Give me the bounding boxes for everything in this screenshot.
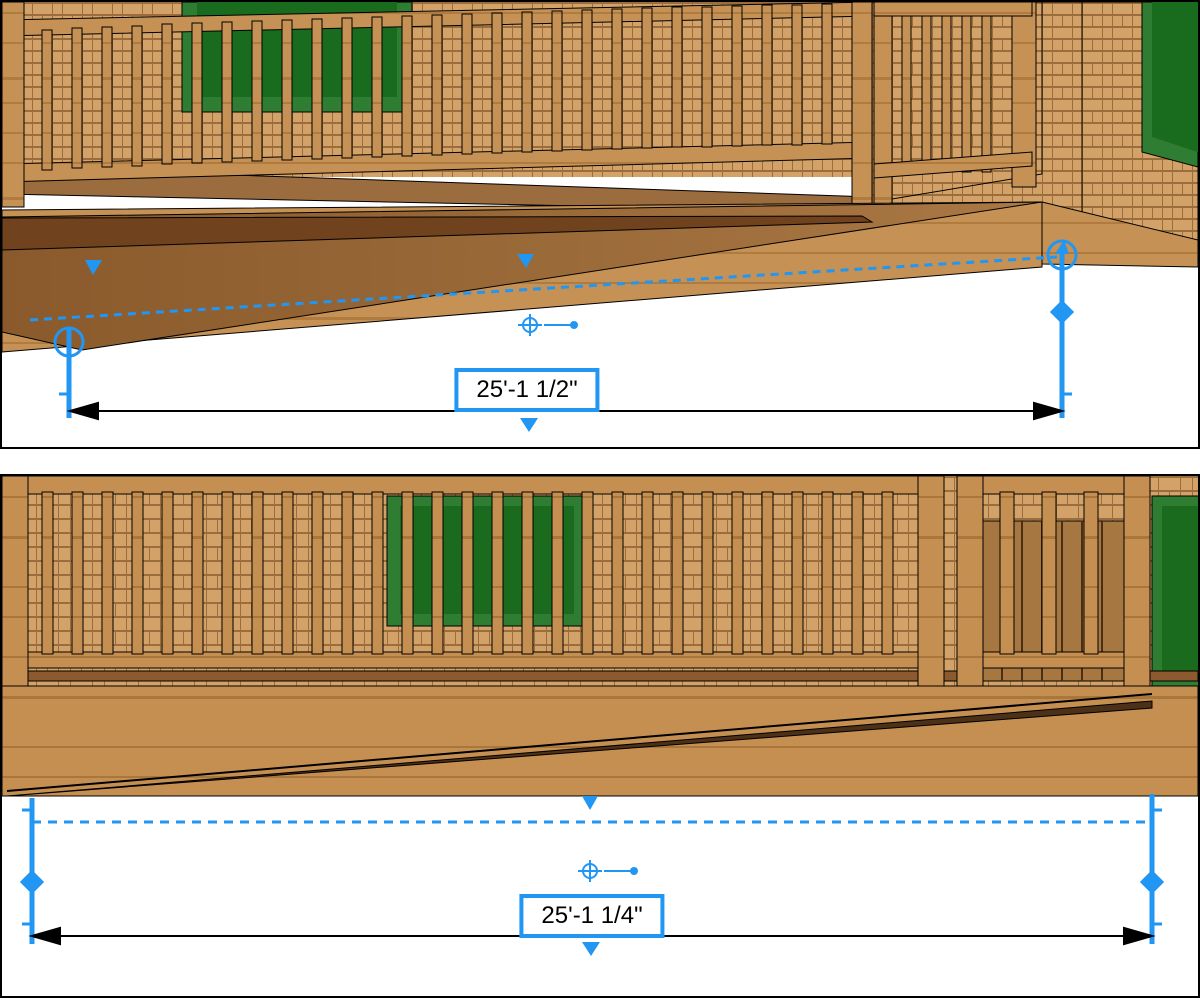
viewport-elevation[interactable]: 25'-1 1/4" bbox=[0, 474, 1200, 998]
viewport-perspective[interactable]: 25'-1 1/2" bbox=[0, 0, 1200, 449]
dimension-value-top[interactable]: 25'-1 1/2" bbox=[454, 368, 599, 412]
dimension-value-bottom[interactable]: 25'-1 1/4" bbox=[519, 894, 664, 938]
